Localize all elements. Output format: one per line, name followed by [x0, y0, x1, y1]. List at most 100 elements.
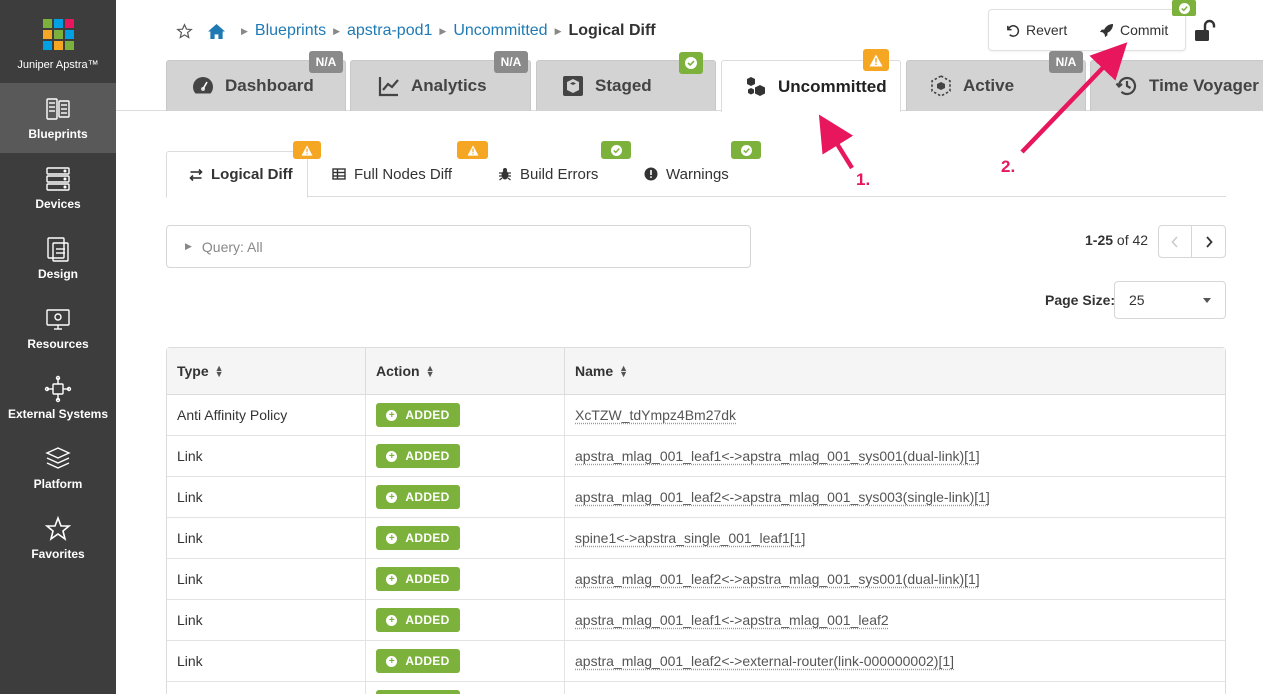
action-text: ADDED	[405, 654, 449, 668]
name-link[interactable]: apstra_mlag_001_leaf2<->apstra_mlag_001_…	[575, 571, 980, 587]
sidebar-item-favorites[interactable]: Favorites	[0, 503, 116, 573]
table-row[interactable]: Link + ADDED apstra_mlag_001_leaf2<->extern…	[167, 641, 1225, 682]
home-icon[interactable]	[207, 23, 226, 40]
type-text: Anti Affinity Policy	[177, 407, 287, 423]
column-header-type[interactable]: Type ▲ ▼	[167, 348, 366, 394]
plus-circle-icon: +	[386, 451, 397, 462]
cell-action: + ADDED	[366, 436, 565, 476]
table-row[interactable]: Link + ADDED spine1<->apstra_single_001_lea…	[167, 518, 1225, 559]
cell-action: + ADDED	[366, 518, 565, 558]
external-systems-icon	[44, 375, 72, 403]
type-text: Link	[177, 448, 203, 464]
page-size-select[interactable]: 25	[1114, 281, 1226, 319]
name-link[interactable]: apstra_mlag_001_leaf2<->external-router(…	[575, 653, 954, 669]
query-filter[interactable]: ▶ Query: All	[166, 225, 751, 268]
logo-square	[54, 41, 63, 50]
platform-icon	[44, 445, 72, 473]
column-header-name[interactable]: Name ▲ ▼	[565, 348, 1225, 394]
name-link[interactable]: XcTZW_tdYmpz4Bm27dk	[575, 407, 736, 423]
gauge-icon	[191, 74, 215, 98]
history-icon	[1115, 74, 1139, 98]
tab-logical-diff[interactable]: Logical Diff	[166, 151, 308, 198]
tab-label: Warnings	[666, 166, 729, 183]
sidebar-item-design[interactable]: Design	[0, 223, 116, 293]
sidebar-item-resources[interactable]: Resources	[0, 293, 116, 363]
chart-line-icon	[377, 74, 401, 98]
tab-label: Analytics	[411, 76, 487, 96]
commit-button[interactable]: Commit	[1099, 22, 1168, 38]
added-badge: + ADDED	[376, 649, 460, 673]
brand-name: Juniper Apstra™	[17, 59, 98, 71]
caret-right-icon: ▶	[185, 241, 192, 252]
table-row[interactable]: Link + ADDED apstra_mlag_001_leaf2<->apstra…	[167, 477, 1225, 518]
sidebar: Juniper Apstra™ Blueprints Devices Desig…	[0, 0, 116, 694]
sidebar-item-blueprints[interactable]: Blueprints	[0, 83, 116, 153]
bug-icon	[498, 167, 512, 181]
cell-name: apstra_mlag_001_leaf1<->apstra_mlag_001_…	[565, 436, 1225, 476]
sidebar-item-platform[interactable]: Platform	[0, 433, 116, 503]
action-text: ADDED	[405, 408, 449, 422]
column-header-action[interactable]: Action ▲ ▼	[366, 348, 565, 394]
caret-down-icon	[1203, 298, 1211, 303]
table-body: Anti Affinity Policy + ADDED XcTZW_tdYmpz4B…	[167, 395, 1225, 694]
sort-icon: ▲ ▼	[215, 365, 224, 377]
cell-name: apstra_mlag_001_leaf1<->apstra_mlag_001_…	[565, 600, 1225, 640]
cell-action: + ADDED	[366, 682, 565, 694]
warnings-ok-badge	[731, 141, 761, 159]
sidebar-item-devices[interactable]: Devices	[0, 153, 116, 223]
exchange-icon	[189, 168, 203, 182]
name-link[interactable]: apstra_mlag_001_leaf1<->apstra_mlag_001_…	[575, 612, 889, 628]
cell-name: apstra_mlag_001_leaf2<->apstra_mlag_001_…	[565, 477, 1225, 517]
revert-button[interactable]: Revert	[1005, 22, 1067, 38]
favorite-star-icon[interactable]	[176, 23, 193, 40]
tab-label: Logical Diff	[211, 166, 293, 183]
tab-build-errors[interactable]: Build Errors	[498, 151, 598, 197]
cubes-icon	[744, 75, 768, 99]
table-row[interactable]: Link + ADDED apstra_mlag_001_leaf1<->apstra…	[167, 600, 1225, 641]
name-link[interactable]: apstra_mlag_001_leaf1<->apstra_mlag_001_…	[575, 448, 980, 464]
column-label: Type	[177, 363, 209, 379]
prev-page-button[interactable]	[1159, 226, 1192, 257]
plus-circle-icon: +	[386, 410, 397, 421]
added-badge: + ADDED	[376, 526, 460, 550]
cell-action: + ADDED	[366, 559, 565, 599]
breadcrumb-uncommitted[interactable]: Uncommitted	[453, 22, 547, 40]
table-row[interactable]: +ADDED	[167, 682, 1225, 694]
staged-cube-icon	[561, 74, 585, 98]
check-circle-icon	[741, 145, 752, 156]
sidebar-item-label: Devices	[35, 197, 80, 211]
tab-warnings[interactable]: Warnings	[644, 151, 729, 197]
breadcrumb-blueprint[interactable]: apstra-pod1	[347, 22, 432, 40]
brand[interactable]: Juniper Apstra™	[0, 0, 116, 83]
sidebar-item-label: Platform	[34, 477, 83, 491]
table-row[interactable]: Link + ADDED apstra_mlag_001_leaf2<->apstra…	[167, 559, 1225, 600]
cell-type	[167, 682, 366, 694]
breadcrumb-blueprints[interactable]: Blueprints	[255, 22, 326, 40]
star-icon	[44, 515, 72, 543]
added-badge: + ADDED	[376, 567, 460, 591]
unlock-icon[interactable]	[1192, 18, 1218, 44]
table-header: Type ▲ ▼ Action ▲ ▼ Name ▲ ▼	[167, 348, 1225, 395]
added-badge: + ADDED	[376, 403, 460, 427]
added-badge: + ADDED	[376, 608, 460, 632]
tab-label: Uncommitted	[778, 77, 887, 97]
cell-action: + ADDED	[366, 477, 565, 517]
table-row[interactable]: Link + ADDED apstra_mlag_001_leaf1<->apstra…	[167, 436, 1225, 477]
next-page-button[interactable]	[1192, 226, 1225, 257]
plus-circle-icon: +	[386, 533, 397, 544]
check-circle-icon	[685, 57, 697, 69]
sidebar-item-external-systems[interactable]: External Systems	[0, 363, 116, 433]
chevron-right-icon: ▶	[439, 26, 446, 37]
tab-label: Dashboard	[225, 76, 314, 96]
check-circle-icon	[611, 145, 622, 156]
name-link[interactable]: spine1<->apstra_single_001_leaf1[1]	[575, 530, 805, 546]
chevron-right-icon: ▶	[333, 26, 340, 37]
tab-time-voyager[interactable]: Time Voyager	[1090, 60, 1263, 111]
table-row[interactable]: Anti Affinity Policy + ADDED XcTZW_tdYmpz4B…	[167, 395, 1225, 436]
sort-icon: ▲ ▼	[426, 365, 435, 377]
chevron-right-icon: ▶	[241, 26, 248, 37]
sidebar-item-label: Design	[38, 267, 78, 281]
cell-type: Link	[167, 641, 366, 681]
name-link[interactable]: apstra_mlag_001_leaf2<->apstra_mlag_001_…	[575, 489, 990, 505]
tab-full-nodes-diff[interactable]: Full Nodes Diff	[332, 151, 452, 197]
